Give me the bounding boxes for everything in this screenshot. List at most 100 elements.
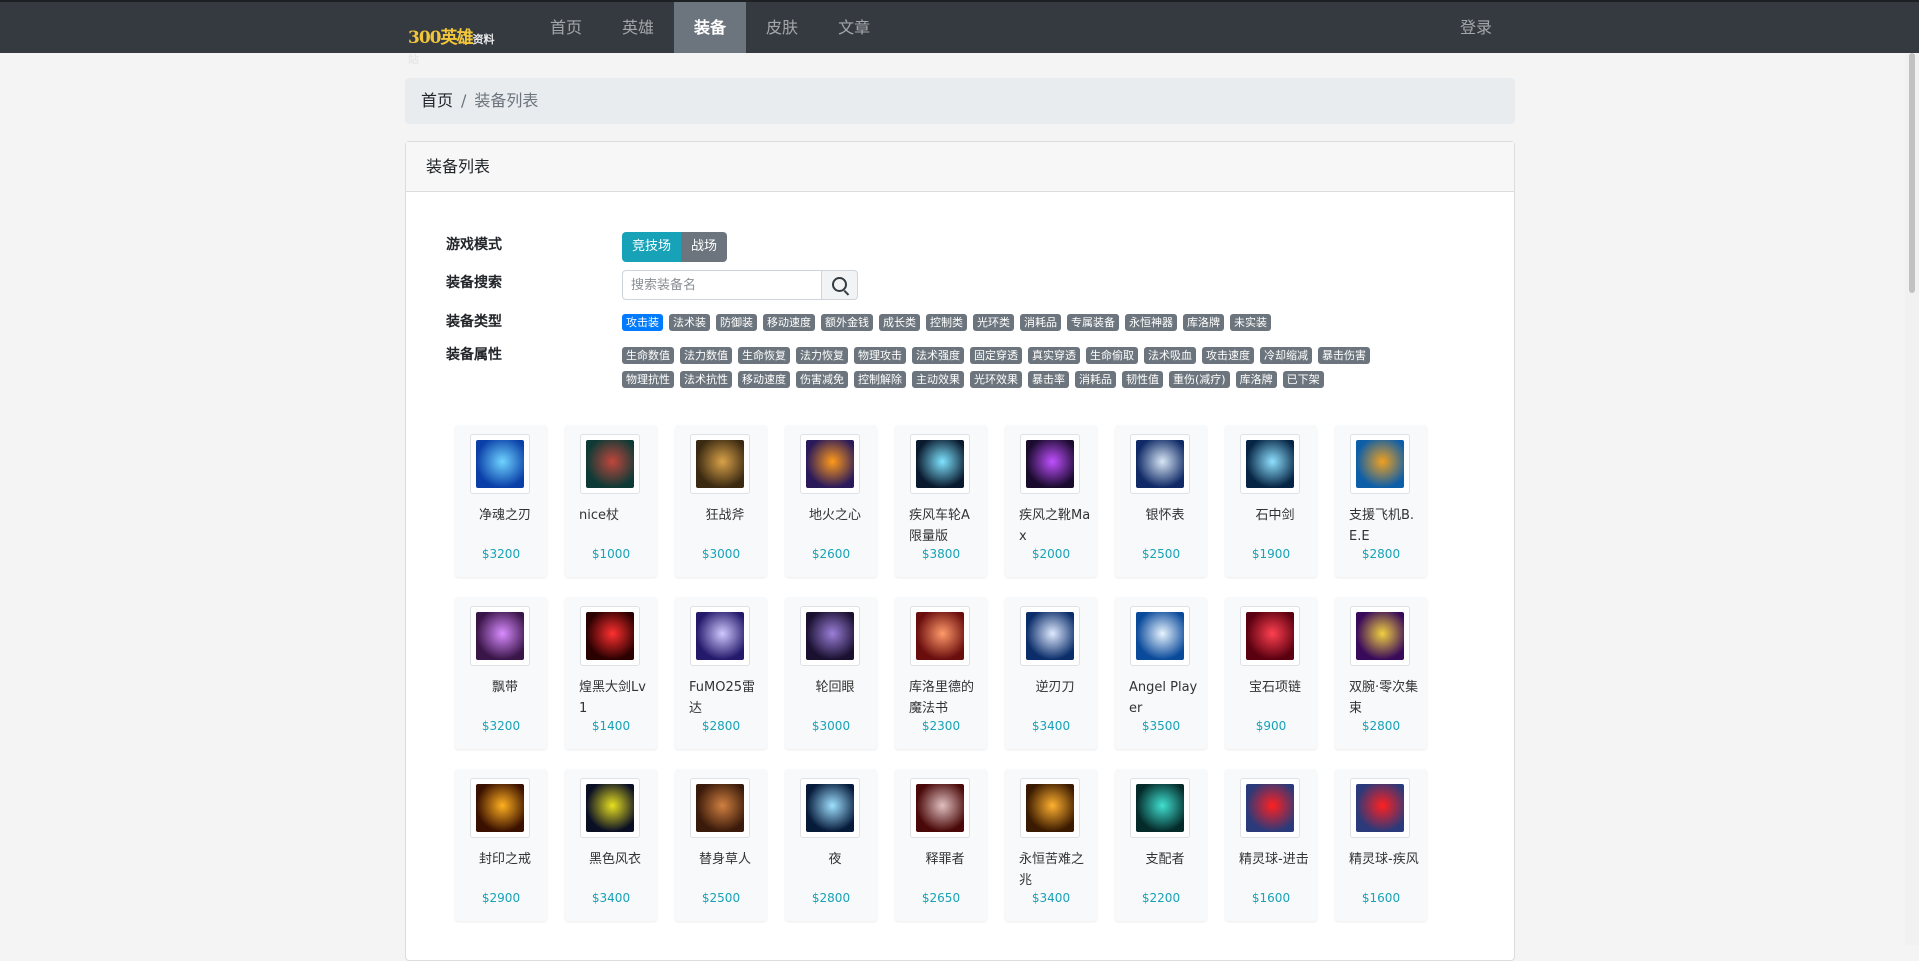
item-price: $2650 (921, 891, 961, 905)
attr-tag[interactable]: 消耗品 (1075, 371, 1116, 388)
ribbon-icon (476, 612, 524, 660)
attr-tag[interactable]: 移动速度 (738, 371, 790, 388)
nav-home[interactable]: 首页 (530, 2, 602, 53)
attr-tag[interactable]: 暴击率 (1028, 371, 1069, 388)
equipment-item[interactable]: 永恒苦难之兆 $3400 (1005, 769, 1097, 921)
attr-tag[interactable]: 伤害减免 (796, 371, 848, 388)
site-logo[interactable]: 300英雄资料站 (408, 11, 504, 66)
equipment-item[interactable]: 煌黑大剑Lv1 $1400 (565, 597, 657, 749)
attr-tag[interactable]: 法术强度 (912, 347, 964, 364)
type-tag[interactable]: 永恒神器 (1125, 314, 1177, 331)
attr-tag[interactable]: 暴击伤害 (1318, 347, 1370, 364)
blue-blade-icon (476, 440, 524, 488)
equipment-item[interactable]: 精灵球-疾风 $1600 (1335, 769, 1427, 921)
attr-tag[interactable]: 主动效果 (912, 371, 964, 388)
attr-tag[interactable]: 重伤(减疗) (1169, 371, 1230, 388)
equipment-item[interactable]: FuMO25雷达 $2800 (675, 597, 767, 749)
type-tag[interactable]: 未实装 (1230, 314, 1271, 331)
equipment-item[interactable]: 双腕·零次集束 $2800 (1335, 597, 1427, 749)
attr-tag[interactable]: 物理攻击 (854, 347, 906, 364)
equipment-item[interactable]: 封印之戒 $2900 (455, 769, 547, 921)
equipment-item[interactable]: 释罪者 $2650 (895, 769, 987, 921)
attr-tag[interactable]: 生命数值 (622, 347, 674, 364)
item-price: $3800 (921, 547, 961, 561)
equipment-item[interactable]: 支援飞机B.E.E $2800 (1335, 425, 1427, 577)
nav-heroes[interactable]: 英雄 (602, 2, 674, 53)
equipment-item[interactable]: 逆刃刀 $3400 (1005, 597, 1097, 749)
item-name: 封印之戒 (478, 852, 531, 867)
mode-battlefield-button[interactable]: 战场 (681, 232, 728, 262)
search-input[interactable] (622, 270, 822, 300)
attr-tag[interactable]: 控制解除 (854, 371, 906, 388)
item-icon-frame (470, 434, 530, 494)
attr-tag[interactable]: 韧性值 (1122, 371, 1163, 388)
item-icon-frame (1240, 606, 1300, 666)
equipment-item[interactable]: 替身草人 $2500 (675, 769, 767, 921)
breadcrumb-home[interactable]: 首页 (421, 91, 453, 110)
equipment-item[interactable]: 狂战斧 $3000 (675, 425, 767, 577)
item-icon-frame (1240, 434, 1300, 494)
equipment-item[interactable]: 银怀表 $2500 (1115, 425, 1207, 577)
nav-equipment[interactable]: 装备 (674, 2, 747, 53)
type-tag[interactable]: 攻击装 (622, 314, 663, 331)
equipment-item[interactable]: 精灵球-进击 $1600 (1225, 769, 1317, 921)
type-tag[interactable]: 库洛牌 (1183, 314, 1224, 331)
mode-arena-button[interactable]: 竞技场 (622, 232, 682, 262)
page-scrollbar[interactable] (1905, 53, 1919, 945)
type-tag[interactable]: 光环类 (973, 314, 1014, 331)
item-name: 地火之心 (808, 508, 861, 523)
equipment-item[interactable]: 支配者 $2200 (1115, 769, 1207, 921)
equipment-item[interactable]: 疾风之靴Max $2000 (1005, 425, 1097, 577)
type-tag[interactable]: 移动速度 (763, 314, 815, 331)
type-tag[interactable]: 额外金钱 (821, 314, 873, 331)
search-button[interactable] (822, 270, 858, 300)
attr-tag[interactable]: 库洛牌 (1235, 371, 1277, 388)
item-name: 疾风车轮A限量版 (909, 508, 970, 544)
type-tag[interactable]: 消耗品 (1020, 314, 1061, 331)
item-price: $3200 (481, 719, 521, 733)
attr-tag[interactable]: 生命偷取 (1086, 347, 1138, 364)
equipment-item[interactable]: 地火之心 $2600 (785, 425, 877, 577)
equipment-item[interactable]: 轮回眼 $3000 (785, 597, 877, 749)
item-price: $900 (1255, 719, 1287, 733)
item-name: 银怀表 (1145, 508, 1185, 523)
equipment-item[interactable]: Angel Player $3500 (1115, 597, 1207, 749)
attr-tag[interactable]: 固定穿透 (970, 347, 1022, 364)
item-price: $1900 (1251, 547, 1291, 561)
attr-tag[interactable]: 法力恢复 (796, 347, 848, 364)
equipment-item[interactable]: 宝石项链 $900 (1225, 597, 1317, 749)
attr-tag[interactable]: 光环效果 (970, 371, 1022, 388)
attr-tag[interactable]: 法力数值 (680, 347, 732, 364)
attr-tag[interactable]: 已下架 (1282, 371, 1324, 388)
item-name: 精灵球-进击 (1239, 852, 1309, 867)
equipment-item[interactable]: 石中剑 $1900 (1225, 425, 1317, 577)
equipment-item[interactable]: 库洛里德的魔法书 $2300 (895, 597, 987, 749)
item-icon-frame (800, 434, 860, 494)
item-price: $2800 (1361, 547, 1401, 561)
attr-tag[interactable]: 物理抗性 (622, 371, 674, 388)
type-tag[interactable]: 控制类 (926, 314, 967, 331)
nav-articles[interactable]: 文章 (818, 2, 890, 53)
nav-skins[interactable]: 皮肤 (746, 2, 818, 53)
attr-tag[interactable]: 法术吸血 (1144, 347, 1196, 364)
equipment-item[interactable]: 净魂之刃 $3200 (455, 425, 547, 577)
item-name: 双腕·零次集束 (1349, 680, 1419, 716)
type-tag[interactable]: 专属装备 (1067, 314, 1119, 331)
attr-tag[interactable]: 法术抗性 (680, 371, 732, 388)
type-tag[interactable]: 成长类 (879, 314, 920, 331)
equipment-item[interactable]: 夜 $2800 (785, 769, 877, 921)
attr-tag[interactable]: 冷却缩减 (1260, 347, 1312, 364)
equipment-item[interactable]: 飘带 $3200 (455, 597, 547, 749)
attr-tag[interactable]: 真实穿透 (1028, 347, 1080, 364)
attr-tag[interactable]: 生命恢复 (738, 347, 790, 364)
scrollbar-thumb[interactable] (1909, 53, 1915, 293)
equipment-item[interactable]: 黑色风衣 $3400 (565, 769, 657, 921)
equipment-item[interactable]: nice杖 $1000 (565, 425, 657, 577)
item-name: 释罪者 (925, 852, 965, 867)
equipment-item[interactable]: 疾风车轮A限量版 $3800 (895, 425, 987, 577)
attr-tag[interactable]: 攻击速度 (1202, 347, 1254, 364)
dark-staff-icon (586, 440, 634, 488)
type-tag[interactable]: 法术装 (669, 314, 710, 331)
type-tag[interactable]: 防御装 (716, 314, 757, 331)
login-link[interactable]: 登录 (1460, 2, 1492, 53)
